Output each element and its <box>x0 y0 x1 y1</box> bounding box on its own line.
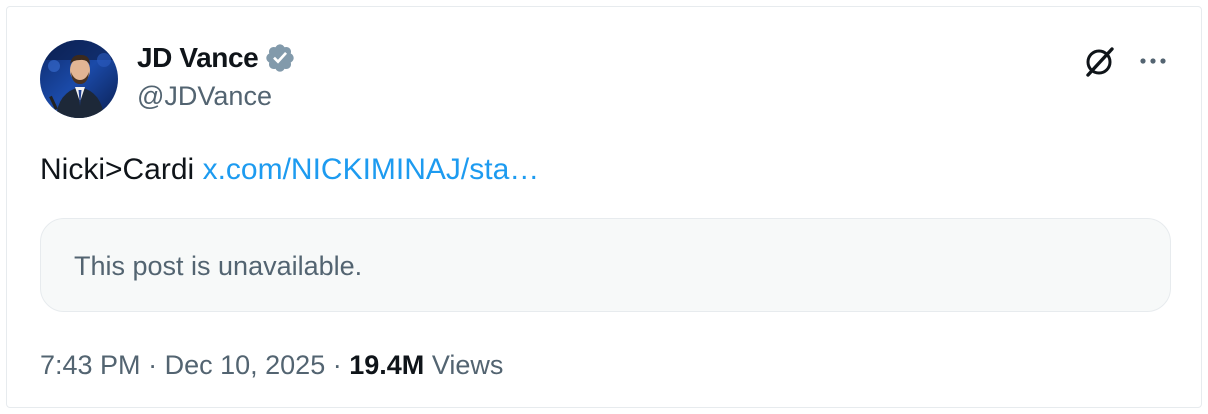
tweet-link[interactable]: x.com/NICKIMINAJ/sta… <box>203 153 540 186</box>
tweet-text: Nicki>Cardi <box>40 153 195 186</box>
tweet-time[interactable]: 7:43 PM <box>40 350 141 380</box>
verified-badge-icon[interactable] <box>264 42 296 74</box>
quoted-post-box[interactable]: This post is unavailable. <box>40 218 1171 312</box>
views-label: Views <box>431 350 504 380</box>
author-handle[interactable]: @JDVance <box>137 81 272 112</box>
grok-button[interactable] <box>1081 43 1117 79</box>
avatar-image <box>40 40 118 118</box>
views-count[interactable]: 19.4M <box>349 350 424 380</box>
tweet-body: Nicki>Cardi x.com/NICKIMINAJ/sta… <box>40 153 539 187</box>
author-name-row: JD Vance <box>137 41 296 75</box>
more-horizontal-icon <box>1140 58 1166 64</box>
tweet-card: JD Vance @JDVance Nicki>Cardi x.com/NICK… <box>6 6 1202 408</box>
tweet-meta: 7:43 PM · Dec 10, 2025 · 19.4M Views <box>40 350 503 381</box>
unavailable-message: This post is unavailable. <box>74 251 363 281</box>
meta-separator: · <box>332 350 342 380</box>
tweet-date[interactable]: Dec 10, 2025 <box>165 350 326 380</box>
more-options-button[interactable] <box>1135 43 1171 79</box>
grok-icon <box>1086 47 1114 77</box>
author-display-name[interactable]: JD Vance <box>137 42 259 74</box>
meta-separator: · <box>148 350 158 380</box>
avatar[interactable] <box>40 40 118 118</box>
